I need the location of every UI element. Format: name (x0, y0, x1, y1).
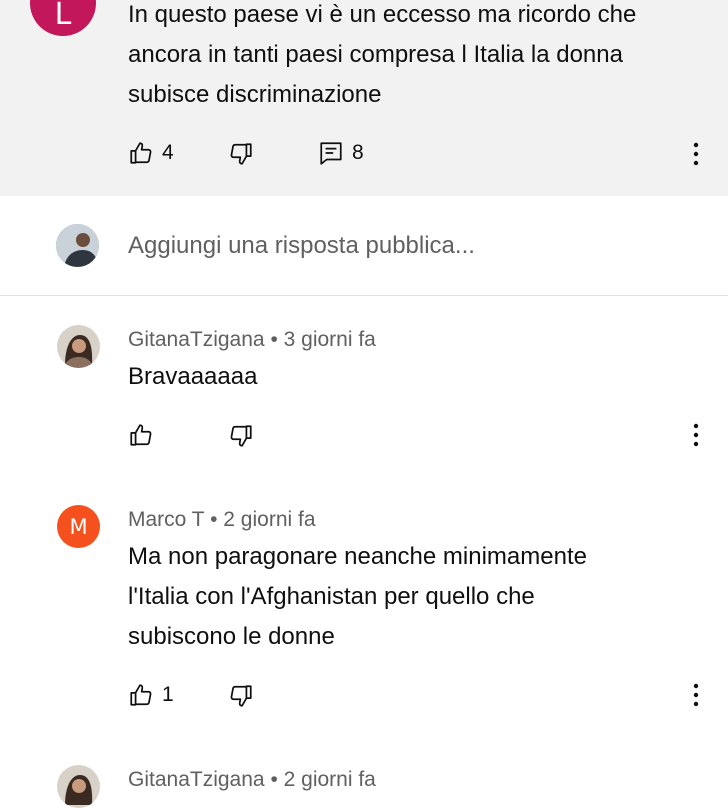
author-name[interactable]: Marco T (128, 508, 204, 531)
thumb-up-icon (130, 424, 152, 446)
reply-meta: GitanaTzigana • 2 giorni fa (128, 768, 376, 792)
replies-icon (320, 142, 342, 165)
dislike-button[interactable] (228, 683, 254, 709)
reply-line: subiscono le donne (128, 623, 335, 650)
reply-input[interactable]: Aggiungi una risposta pubblica... (128, 232, 475, 260)
user-photo-icon (56, 224, 99, 267)
comment-line: In questo paese vi è un eccesso ma ricor… (128, 1, 637, 28)
meta-separator: • (270, 768, 278, 791)
reply-avatar[interactable]: M (57, 505, 100, 548)
more-vert-icon (693, 423, 699, 447)
like-button[interactable] (128, 422, 154, 448)
more-vert-icon (693, 683, 699, 707)
timestamp[interactable]: 3 giorni fa (284, 328, 376, 351)
reply-line: Ma non paragonare neanche minimamente (128, 543, 587, 570)
timestamp[interactable]: 2 giorni fa (223, 508, 315, 531)
author-name[interactable]: GitanaTzigana (128, 328, 265, 351)
thumb-down-icon (230, 425, 252, 447)
gitana-photo-icon (57, 765, 100, 808)
thumb-up-icon (130, 684, 152, 706)
reply-menu-button[interactable] (684, 421, 708, 449)
like-button[interactable]: 1 (128, 682, 174, 708)
reply-meta: Marco T • 2 giorni fa (128, 508, 316, 532)
meta-separator: • (210, 508, 218, 531)
thumb-up-icon (130, 142, 152, 164)
divider (0, 295, 728, 296)
comment-line: ancora in tanti paesi compresa l Italia … (128, 41, 623, 68)
like-count: 1 (162, 683, 174, 706)
meta-separator: • (270, 328, 278, 351)
reply-line: l'Italia con l'Afghanistan per quello ch… (128, 583, 535, 610)
avatar-letter: L (54, 0, 72, 32)
comment-line: subisce discriminazione (128, 81, 382, 108)
comment-text: In questo paese vi è un eccesso ma ricor… (128, 0, 718, 115)
current-user-avatar (56, 224, 99, 267)
avatar-letter: M (69, 514, 88, 539)
reply-line: Bravaaaaaa (128, 363, 258, 390)
reply-avatar[interactable] (57, 325, 100, 368)
thumb-down-icon (230, 685, 252, 707)
reply-meta: GitanaTzigana • 3 giorni fa (128, 328, 376, 352)
reply-avatar[interactable] (57, 765, 100, 808)
like-count: 4 (162, 141, 174, 164)
comment-menu-button[interactable] (684, 140, 708, 168)
dislike-button[interactable] (228, 423, 254, 449)
author-name[interactable]: GitanaTzigana (128, 768, 265, 791)
replies-button[interactable]: 8 (318, 140, 364, 166)
reply-text: Bravaaaaaa (128, 357, 257, 397)
reply-count: 8 (352, 141, 364, 164)
more-vert-icon (693, 142, 699, 166)
like-button[interactable]: 4 (128, 140, 174, 166)
timestamp[interactable]: 2 giorni fa (284, 768, 376, 791)
dislike-button[interactable] (228, 141, 254, 167)
reply-menu-button[interactable] (684, 681, 708, 709)
gitana-photo-icon (57, 325, 100, 368)
reply-text: Ma non paragonare neanche minimamente l'… (128, 537, 718, 657)
thumb-down-icon (230, 143, 252, 165)
